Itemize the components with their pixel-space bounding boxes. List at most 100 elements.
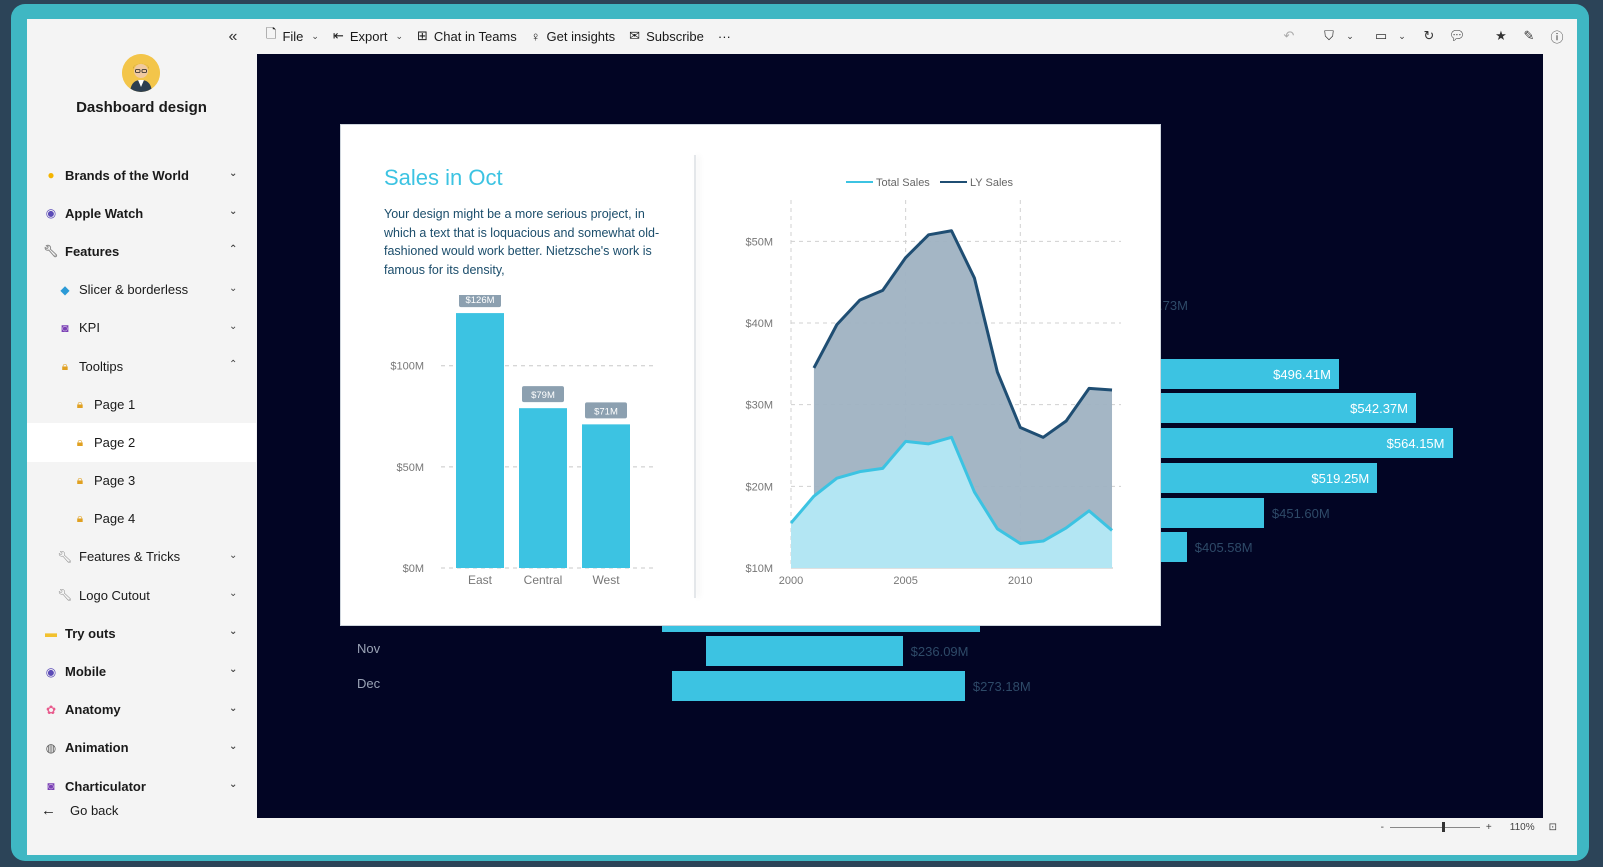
file-label: File <box>282 28 304 44</box>
sidebar-item-label: Page 4 <box>94 511 136 527</box>
sidebar-item-label: Slicer & borderless <box>79 282 189 298</box>
chat-in-teams-button[interactable]: ⊞ Chat in Teams <box>417 28 517 44</box>
report-canvas: $285.36M$496.41M$542.37M$564.15M$519.25M… <box>257 54 1543 818</box>
chevron-down-icon[interactable]: ⌄ <box>229 283 239 294</box>
lock-icon: 🔒︎ <box>76 511 84 526</box>
zoom-slider-thumb[interactable] <box>1441 822 1445 832</box>
sidebar-item-label: KPI <box>79 320 100 336</box>
undo-icon[interactable]: ↶ <box>1275 28 1303 44</box>
x-tick-label: West <box>592 573 620 587</box>
legend-label: Total Sales <box>876 177 930 189</box>
sidebar-item-mobile[interactable]: ◉ Mobile ⌄ <box>27 652 256 690</box>
sidebar-item-label: Apple Watch <box>65 205 144 221</box>
background-bar-label: $273.18M <box>972 679 1031 694</box>
whale-icon: ◆ <box>60 282 70 297</box>
sidebar-item-kpi[interactable]: ◙ KPI ⌄ <box>27 309 256 347</box>
sidebar-item-page-3[interactable]: 🔒︎ Page 3 <box>27 462 256 500</box>
sidebar-item-features-tricks[interactable]: 🔧︎ Features & Tricks ⌄ <box>27 538 256 576</box>
sidebar-item-page-2[interactable]: 🔒︎ Page 2 <box>27 423 256 462</box>
chevron-down-icon: ⌄ <box>311 30 319 41</box>
export-icon: ⇤ <box>332 28 344 43</box>
chevron-down-icon[interactable]: ⌄ <box>229 588 239 599</box>
comment-icon[interactable]: 💬︎ <box>1443 28 1471 44</box>
chevron-down-icon[interactable]: ⌄ <box>229 550 239 561</box>
get-insights-button[interactable]: ♀ Get insights <box>531 29 615 44</box>
go-back-button[interactable]: ← Go back <box>41 802 118 819</box>
fit-to-page-icon[interactable]: ⊡ <box>1549 822 1557 833</box>
export-menu-button[interactable]: ⇤ Export ⌄ <box>333 28 403 44</box>
background-bar-label: $496.41M <box>1273 366 1331 382</box>
view-icon[interactable]: ▭ <box>1367 28 1395 44</box>
x-tick-label: East <box>468 573 493 587</box>
more-options-button[interactable]: ··· <box>718 29 731 44</box>
chevron-down-icon[interactable]: ⌄ <box>229 741 239 752</box>
y-tick-label: $30M <box>745 400 773 412</box>
chevron-up-icon[interactable]: ⌃ <box>229 359 239 370</box>
sidebar-item-label: Mobile <box>65 664 107 680</box>
zoom-control: - + 110% ⊡ <box>1381 822 1557 833</box>
arrow-left-icon: ← <box>41 802 56 819</box>
favorite-star-icon[interactable]: ★ <box>1487 28 1515 44</box>
mail-icon: ✉ <box>629 28 641 43</box>
x-tick-label: 2000 <box>779 575 803 587</box>
file-icon: 🗋 <box>266 26 277 41</box>
sidebar-item-brands-of-the-world[interactable]: ● Brands of the World ⌄ <box>27 156 256 194</box>
sidebar-item-features[interactable]: 🔧︎ Features ⌃ <box>27 232 256 270</box>
y-tick-label: $0M <box>403 563 424 575</box>
sidebar-item-label: Try outs <box>65 625 116 641</box>
robot-icon: ◙ <box>61 320 69 335</box>
sidebar-item-slicer-borderless[interactable]: ◆ Slicer & borderless ⌄ <box>27 271 256 309</box>
background-bar <box>672 671 965 701</box>
chevron-down-icon[interactable]: ⌄ <box>229 206 239 217</box>
chevron-down-icon[interactable]: ⌄ <box>229 168 239 179</box>
edit-pencil-icon[interactable]: ✎ <box>1515 28 1543 44</box>
wrench-icon: 🔧︎ <box>57 588 73 603</box>
report-title: Dashboard design <box>76 99 207 116</box>
sidebar-item-page-4[interactable]: 🔒︎ Page 4 <box>27 500 256 538</box>
chevron-down-icon[interactable]: ⌄ <box>229 703 239 714</box>
lightbulb-icon: ♀ <box>530 28 541 44</box>
sidebar-item-label: Tooltips <box>79 358 124 374</box>
sidebar-item-label: Anatomy <box>65 702 121 718</box>
subscribe-button[interactable]: ✉ Subscribe <box>629 28 704 44</box>
x-tick-label: 2010 <box>1008 575 1032 587</box>
x-tick-label: Central <box>524 573 563 587</box>
chevron-down-icon[interactable]: ⌄ <box>229 626 239 637</box>
double-chevron-left-icon[interactable]: « <box>222 27 244 47</box>
sidebar-item-charticulator[interactable]: ◙ Charticulator ⌄ <box>27 767 256 805</box>
info-icon[interactable]: ⓘ <box>1543 27 1571 46</box>
raccoon-icon: ◍ <box>45 740 57 755</box>
sidebar-item-apple-watch[interactable]: ◉ Apple Watch ⌄ <box>27 194 256 232</box>
chevron-down-icon[interactable]: ⌄ <box>1343 31 1357 42</box>
tooltip-title: Sales in Oct <box>384 165 503 190</box>
y-tick-label: $10M <box>745 563 773 575</box>
sidebar-item-logo-cutout[interactable]: 🔧︎ Logo Cutout ⌄ <box>27 576 256 614</box>
chevron-down-icon[interactable]: ⌄ <box>229 321 239 332</box>
zoom-level: 110% <box>1509 822 1535 833</box>
teams-icon: ⊞ <box>416 28 428 43</box>
data-label: $126M <box>465 295 494 306</box>
sidebar-item-label: Animation <box>65 740 129 756</box>
chevron-down-icon[interactable]: ⌄ <box>229 664 239 675</box>
sidebar-item-anatomy[interactable]: ✿ Anatomy ⌄ <box>27 691 256 729</box>
zoom-out-button[interactable]: - <box>1381 822 1384 833</box>
chevron-down-icon[interactable]: ⌄ <box>1395 31 1409 42</box>
sidebar-item-animation[interactable]: ◍ Animation ⌄ <box>27 729 256 767</box>
subscribe-label: Subscribe <box>646 28 704 44</box>
y-tick-label: $20M <box>745 481 773 493</box>
bookmark-icon[interactable]: ⛉ <box>1315 28 1343 44</box>
legend-label: LY Sales <box>970 177 1014 189</box>
zoom-in-button[interactable]: + <box>1486 822 1492 833</box>
sidebar-item-label: Charticulator <box>65 778 146 794</box>
zoom-slider[interactable] <box>1389 822 1480 832</box>
file-menu-button[interactable]: 🗋 File ⌄ <box>266 25 319 47</box>
sidebar-item-tooltips[interactable]: 🔒︎ Tooltips ⌃ <box>27 347 256 385</box>
sidebar-item-page-1[interactable]: 🔒︎ Page 1 <box>27 385 256 423</box>
sidebar-item-try-outs[interactable]: ▬ Try outs ⌄ <box>27 614 256 652</box>
background-bar-label: $519.25M <box>1311 470 1370 486</box>
sidebar-item-label: Page 3 <box>94 473 136 489</box>
chevron-up-icon[interactable]: ⌃ <box>229 244 239 255</box>
chevron-down-icon[interactable]: ⌄ <box>229 779 239 790</box>
bar <box>519 408 567 568</box>
refresh-icon[interactable]: ↻ <box>1415 28 1443 44</box>
